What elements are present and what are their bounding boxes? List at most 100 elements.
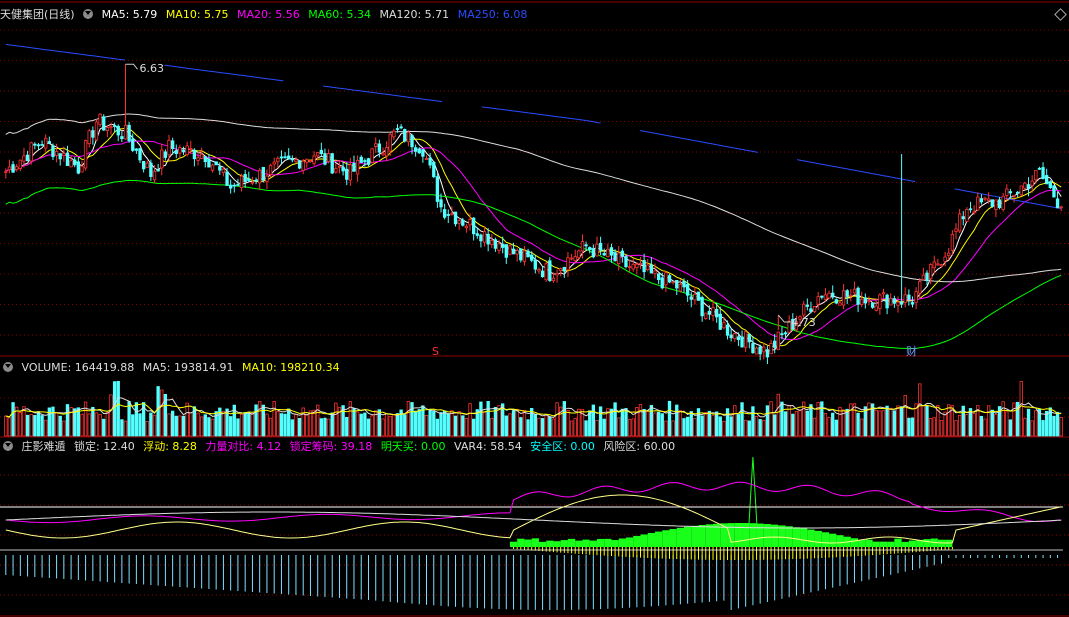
volume-circle-icon[interactable] bbox=[3, 362, 13, 372]
buy-bar bbox=[582, 539, 590, 547]
buy-bar bbox=[596, 538, 605, 547]
volume-bar bbox=[925, 405, 929, 437]
candle-body bbox=[22, 155, 26, 162]
buy-bar bbox=[879, 541, 888, 547]
candle-body bbox=[69, 160, 73, 168]
candle-body bbox=[287, 155, 291, 160]
candle-body bbox=[899, 301, 904, 305]
volume-bar bbox=[236, 418, 240, 437]
indicator-circle-icon[interactable] bbox=[3, 441, 13, 451]
volume-bar bbox=[791, 413, 795, 437]
candle-body bbox=[787, 320, 791, 333]
candle-body bbox=[747, 333, 751, 343]
candle-body bbox=[678, 284, 683, 292]
volume-bar bbox=[878, 410, 882, 437]
volume-bar bbox=[1059, 416, 1063, 437]
volume-bar bbox=[247, 411, 251, 437]
candle-body bbox=[1026, 184, 1031, 190]
price-grid bbox=[0, 1, 1069, 617]
candle-body bbox=[334, 168, 338, 173]
volume-bar bbox=[243, 412, 247, 437]
volume-bar bbox=[493, 406, 498, 437]
candle-body bbox=[519, 248, 523, 261]
volume-bar bbox=[406, 400, 411, 437]
volume-bar bbox=[598, 406, 603, 437]
volume-header: VOLUME: 164419.88 MA5: 193814.91 MA10: 1… bbox=[0, 361, 345, 375]
volume-bar bbox=[83, 401, 88, 437]
candle-body bbox=[319, 149, 324, 154]
buy-bar bbox=[858, 540, 866, 547]
candle-body bbox=[145, 162, 149, 168]
candle-body bbox=[892, 298, 897, 304]
candle-body bbox=[76, 161, 81, 174]
candle-body bbox=[25, 154, 30, 162]
buy-bar bbox=[923, 539, 931, 547]
candle-body bbox=[555, 272, 559, 276]
candle-body bbox=[370, 148, 374, 163]
candle-body bbox=[809, 308, 813, 312]
buy-bar bbox=[850, 538, 859, 547]
candle-body bbox=[239, 175, 244, 188]
ind-float: 浮动: 8.28 bbox=[143, 440, 197, 453]
high-label: 6.63 bbox=[139, 62, 164, 75]
ind-safe: 安全区: 0.00 bbox=[530, 440, 595, 453]
volume-bar bbox=[102, 418, 106, 437]
candle-body bbox=[218, 166, 222, 171]
volume-bar bbox=[860, 418, 864, 437]
candle-body bbox=[591, 248, 596, 258]
ind-buy: 明天买: 0.00 bbox=[380, 440, 446, 453]
volume-bar bbox=[479, 401, 483, 437]
candle-body bbox=[685, 283, 690, 296]
candle-body bbox=[149, 162, 153, 177]
volume-bar bbox=[229, 416, 233, 437]
candle-body bbox=[51, 145, 55, 157]
volume-bar bbox=[403, 414, 407, 437]
volume-bar bbox=[881, 410, 886, 437]
volume-bar bbox=[308, 410, 313, 437]
volume-bar bbox=[678, 410, 683, 437]
volume-bar bbox=[366, 418, 371, 437]
candle-body bbox=[112, 125, 117, 127]
volume-bar bbox=[533, 414, 537, 437]
ma250-label: MA250: 6.08 bbox=[457, 8, 528, 21]
indicator bbox=[0, 456, 1063, 610]
candle-body bbox=[47, 141, 52, 144]
ma20-label: MA20: 5.56 bbox=[237, 8, 300, 21]
candle-body bbox=[994, 199, 998, 210]
volume-bar bbox=[965, 414, 969, 437]
candle-body bbox=[769, 343, 773, 355]
power-line bbox=[5, 481, 1062, 524]
volume-bar bbox=[428, 408, 432, 437]
candle-body bbox=[584, 244, 588, 247]
candle-body bbox=[1059, 206, 1063, 209]
volume-bar bbox=[783, 411, 788, 437]
buy-bar bbox=[865, 539, 873, 547]
volume-bar bbox=[809, 404, 813, 437]
candle-body bbox=[831, 292, 835, 298]
candle-body bbox=[696, 291, 701, 301]
buy-bar bbox=[872, 541, 880, 547]
volume-bar bbox=[105, 412, 110, 437]
candle-body bbox=[210, 164, 215, 171]
volume-bar bbox=[199, 416, 204, 437]
settings-circle-icon[interactable] bbox=[83, 9, 94, 19]
volume-bar bbox=[675, 404, 679, 437]
candle-body bbox=[290, 158, 294, 161]
volume-bar bbox=[36, 411, 41, 437]
volume-bar bbox=[907, 417, 911, 437]
candle-body bbox=[1015, 191, 1020, 194]
volume-bar bbox=[899, 406, 904, 437]
candle-body bbox=[983, 197, 987, 200]
volume-bar bbox=[566, 410, 570, 437]
candle-body bbox=[805, 304, 809, 307]
candle-body bbox=[15, 166, 19, 171]
volume-bar bbox=[613, 402, 617, 437]
candle-body bbox=[733, 333, 737, 340]
volume-bar bbox=[519, 417, 523, 437]
ma120-line bbox=[5, 113, 1062, 283]
volume-bar bbox=[718, 416, 722, 437]
volume-bar bbox=[954, 420, 958, 437]
candle-body bbox=[783, 332, 788, 335]
volume-bar bbox=[856, 412, 860, 437]
buy-bar bbox=[654, 531, 663, 547]
